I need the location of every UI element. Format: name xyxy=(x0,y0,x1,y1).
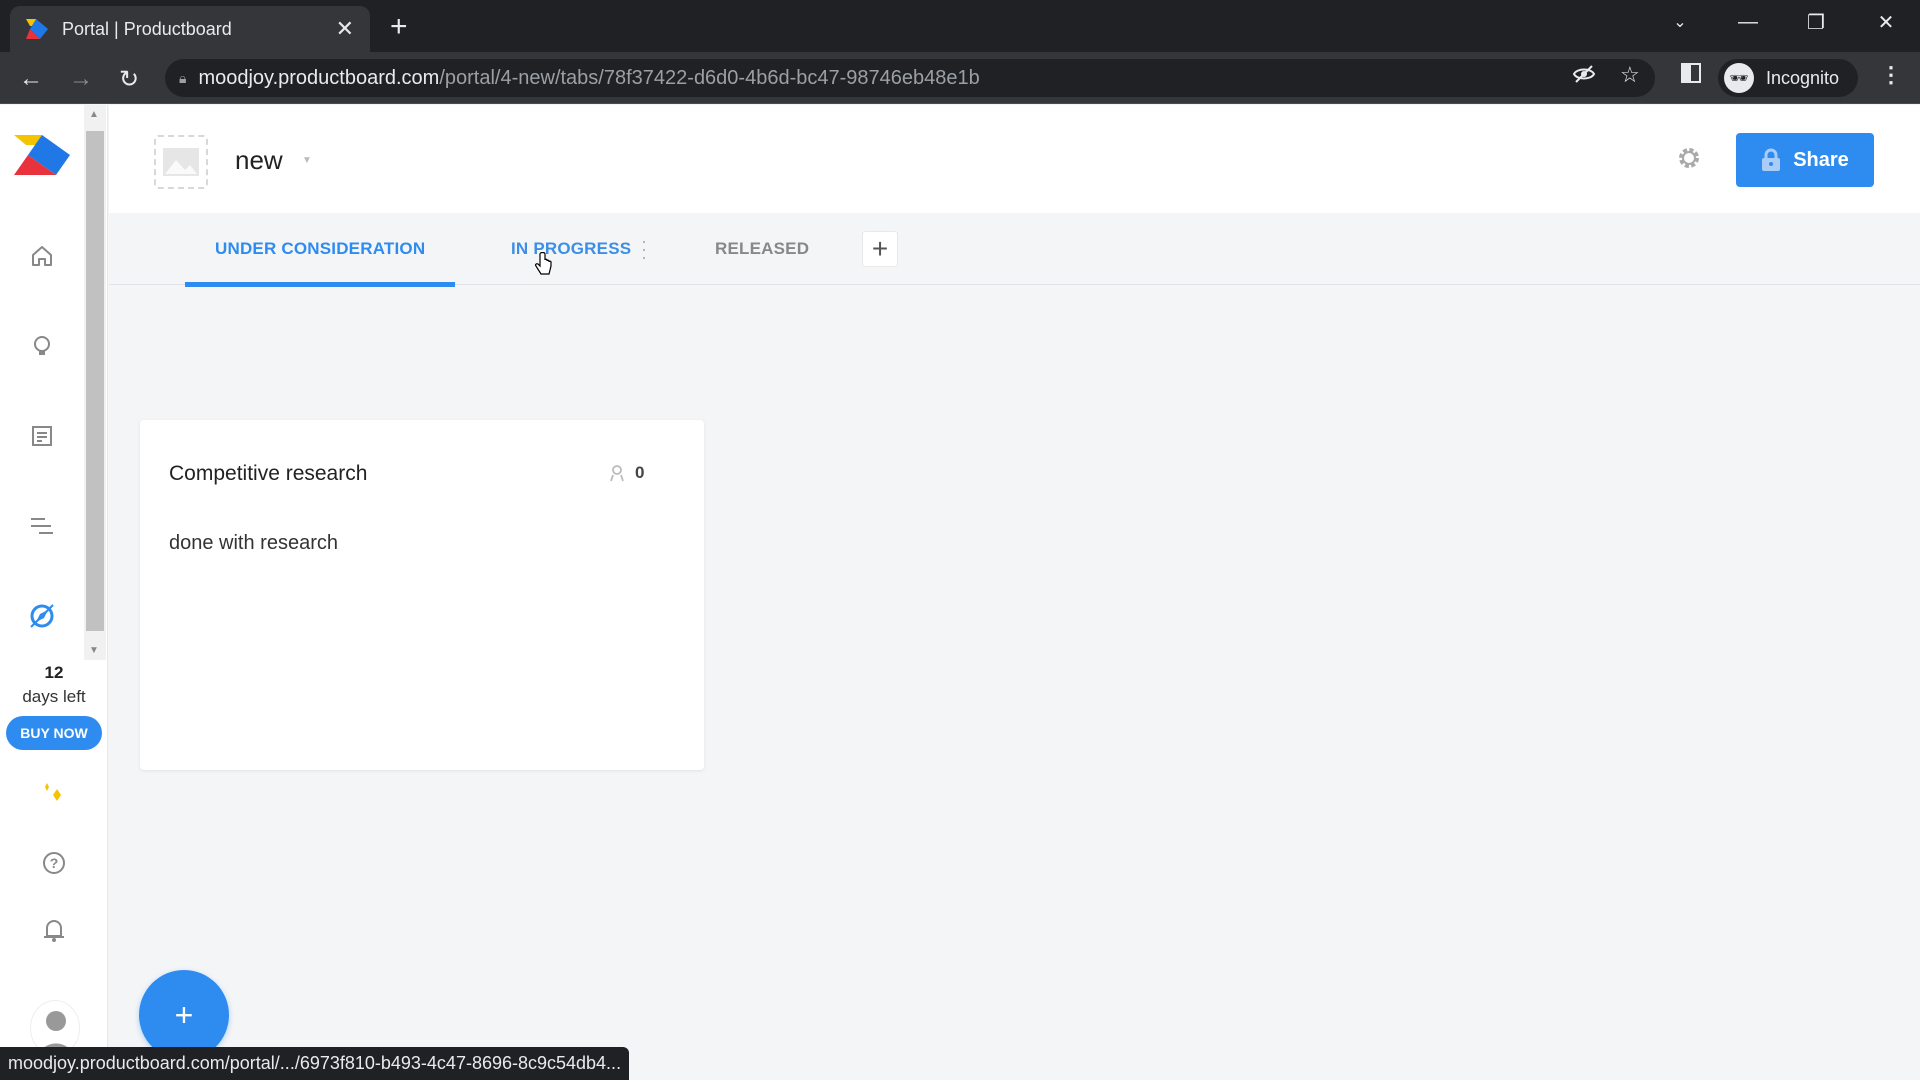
gear-icon xyxy=(1679,148,1699,168)
back-icon[interactable]: ← xyxy=(16,64,46,94)
share-button[interactable]: Share xyxy=(1736,133,1874,187)
idea-card[interactable]: Competitive research 0 done with researc… xyxy=(140,420,704,770)
sidebar-item-roadmaps[interactable] xyxy=(26,510,58,542)
image-icon xyxy=(163,148,199,176)
home-icon xyxy=(32,246,52,266)
portal-tabs: UNDER CONSIDERATION IN PROGRESS · · · RELE… xyxy=(109,213,1920,287)
productboard-favicon xyxy=(26,19,48,39)
sidebar-item-portal[interactable] xyxy=(26,600,58,632)
tracking-blocked-icon[interactable] xyxy=(1572,62,1596,92)
portal-header: new ▼ Share xyxy=(109,105,1920,213)
trial-status: 12 days left xyxy=(0,663,108,707)
pointer-cursor-icon xyxy=(535,252,552,275)
lightbulb-icon xyxy=(34,336,50,355)
sparkle-icon xyxy=(45,783,61,801)
roadmap-icon xyxy=(31,518,53,534)
plus-icon: + xyxy=(174,996,194,1033)
bell-icon xyxy=(44,920,64,942)
forward-icon[interactable]: → xyxy=(66,64,96,94)
share-label: Share xyxy=(1793,148,1849,171)
tab-in-progress[interactable]: IN PROGRESS xyxy=(511,213,631,285)
lock-icon xyxy=(1762,148,1781,171)
compass-icon xyxy=(30,604,54,628)
url-host: moodjoy.productboard.com xyxy=(198,66,440,89)
restore-icon[interactable]: ❐ xyxy=(1786,0,1846,44)
scroll-up-icon[interactable]: ▲ xyxy=(89,109,99,120)
close-window-icon[interactable]: ✕ xyxy=(1856,0,1916,44)
notifications-button[interactable] xyxy=(38,914,70,946)
card-description: done with research xyxy=(169,532,338,554)
scroll-down-icon[interactable]: ▼ xyxy=(89,645,99,656)
browser-menu-icon[interactable]: ⋮ xyxy=(1880,62,1902,88)
close-tab-icon[interactable]: ✕ xyxy=(336,16,354,42)
vote-count-value: 0 xyxy=(635,463,645,482)
lock-icon: 🔒︎ xyxy=(179,69,187,86)
reload-icon[interactable]: ↻ xyxy=(114,64,144,94)
new-tab-button[interactable]: + xyxy=(390,10,408,44)
trial-days-count: 12 xyxy=(44,663,64,682)
help-button[interactable]: ? xyxy=(38,847,70,879)
productboard-logo[interactable] xyxy=(14,135,70,175)
sidebar-item-home[interactable] xyxy=(26,240,58,272)
tab-options-icon[interactable]: · · · xyxy=(641,232,647,266)
sidebar-item-features[interactable] xyxy=(26,420,58,452)
portal-image-placeholder[interactable] xyxy=(154,135,208,189)
add-tab-button[interactable]: + xyxy=(862,231,898,267)
portal-dropdown-icon[interactable]: ▼ xyxy=(302,155,312,166)
incognito-label: Incognito xyxy=(1766,67,1840,88)
sidebar-scrollbar[interactable]: ▲ ▼ xyxy=(84,105,106,660)
address-bar[interactable]: 🔒︎ moodjoy.productboard.com/portal/4-new… xyxy=(165,59,1655,97)
tab-search-icon[interactable]: ⌄ xyxy=(1650,0,1710,44)
sidebar-item-insights[interactable] xyxy=(26,330,58,362)
minimize-icon[interactable]: — xyxy=(1718,0,1778,44)
incognito-icon: 🕶︎ xyxy=(1724,63,1754,93)
scrollbar-thumb[interactable] xyxy=(86,131,104,631)
bookmark-star-icon[interactable]: ☆ xyxy=(1620,62,1640,88)
incognito-profile-button[interactable]: 🕶︎ Incognito xyxy=(1718,59,1858,97)
help-icon: ? xyxy=(43,852,65,874)
svg-text:?: ? xyxy=(50,855,59,871)
voter-icon xyxy=(610,465,624,482)
link-status-bubble: moodjoy.productboard.com/portal/.../6973… xyxy=(0,1047,630,1080)
browser-titlebar: Portal | Productboard ✕ + ⌄ — ❐ ✕ xyxy=(0,0,1920,52)
tab-title: Portal | Productboard xyxy=(62,18,232,39)
vote-count[interactable]: 0 xyxy=(609,463,644,483)
tab-released[interactable]: RELEASED xyxy=(715,213,809,285)
card-title: Competitive research xyxy=(169,462,368,485)
browser-tab[interactable]: Portal | Productboard ✕ xyxy=(10,6,370,52)
whats-new-button[interactable] xyxy=(38,780,70,812)
browser-toolbar: ← → ↻ 🔒︎ moodjoy.productboard.com/portal… xyxy=(0,52,1920,104)
notes-icon xyxy=(32,426,52,446)
buy-now-button[interactable]: BUY NOW xyxy=(6,716,102,750)
side-panel-icon[interactable] xyxy=(1680,62,1702,90)
url-path: /portal/4-new/tabs/78f37422-d6d0-4b6d-bc… xyxy=(439,66,980,89)
portal-name[interactable]: new xyxy=(235,145,283,176)
trial-days-label: days left xyxy=(22,687,86,706)
tab-under-consideration[interactable]: UNDER CONSIDERATION xyxy=(184,213,456,287)
settings-button[interactable] xyxy=(1674,143,1704,173)
